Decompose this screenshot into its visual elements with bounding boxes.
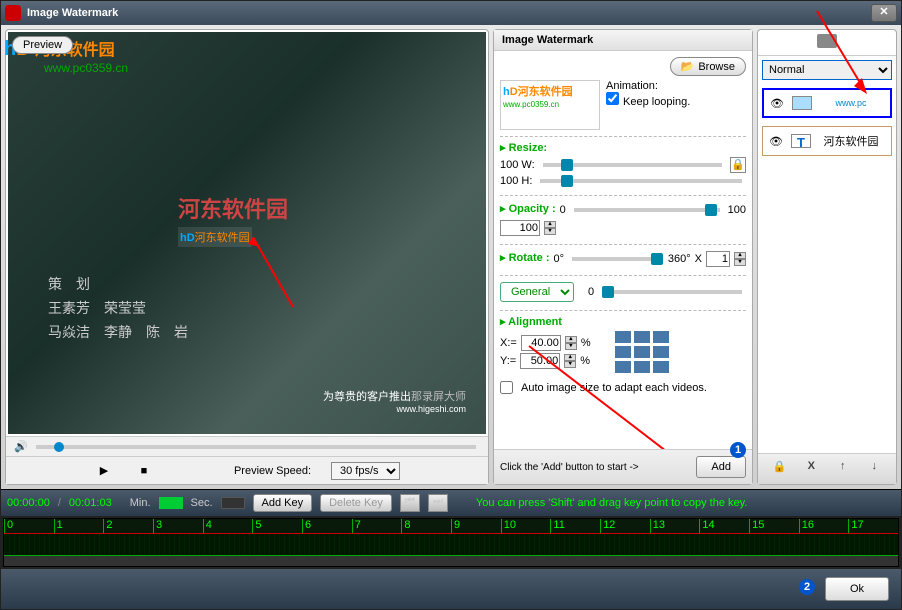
timeline-toolbar: 00:00:00 / 00:01:03 Min. Sec. Add Key De… [1, 490, 901, 516]
app-icon [5, 5, 21, 21]
x-input[interactable] [521, 335, 561, 351]
add-key-button[interactable]: Add Key [253, 494, 313, 512]
window-title: Image Watermark [27, 7, 871, 19]
layer-item-image[interactable]: 👁 www.pc [762, 88, 892, 118]
rotate-input[interactable] [706, 251, 730, 267]
opacity-slider[interactable] [574, 208, 720, 212]
play-button[interactable]: ▶ [94, 461, 114, 481]
next-key-button[interactable]: ⏭ [428, 494, 448, 512]
timeline-scrollbar[interactable] [4, 556, 898, 566]
settings-panel: Image Watermark Browse hD河东软件园www.pc0359… [493, 29, 753, 485]
titlebar: Image Watermark ✕ [1, 1, 901, 25]
layer-tools: 🔒 X ↑ ↓ [758, 453, 896, 484]
opacity-input[interactable] [500, 220, 540, 236]
opacity-section: Opacity :0100 ▴▾ [500, 195, 746, 242]
text-layer-icon: T [791, 134, 811, 148]
volume-bar: 🔊 [6, 436, 488, 456]
app-window: Image Watermark ✕ Preview hD河东软件园 www.pc… [0, 0, 902, 610]
align-tl[interactable] [615, 331, 631, 343]
stop-button[interactable]: ■ [134, 461, 154, 481]
keep-looping-checkbox[interactable]: Keep looping. [606, 96, 690, 108]
image-layer-icon [792, 96, 812, 110]
ok-button[interactable]: Ok [825, 577, 889, 601]
timeline-track[interactable] [4, 533, 898, 556]
sec-indicator[interactable] [221, 497, 245, 509]
overlay-text: 河东软件园 [178, 192, 288, 224]
timecode-total: 00:01:03 [69, 497, 112, 509]
rotate-slider[interactable] [572, 257, 660, 261]
align-bc[interactable] [634, 361, 650, 373]
align-bl[interactable] [615, 361, 631, 373]
watermark-logo-mid[interactable]: hD河东软件园 [178, 227, 252, 247]
preview-panel: Preview hD河东软件园 www.pc0359.cn 河东软件园 hD河东… [5, 29, 489, 485]
y-input[interactable] [520, 353, 560, 369]
timeline-hint: You can press 'Shift' and drag key point… [476, 497, 747, 509]
layers-panel: Normal 👁 www.pc 👁 T 河东软件园 🔒 X ↑ ↓ [757, 29, 897, 485]
auto-size-checkbox[interactable]: Auto image size to adapt each videos. [500, 381, 746, 394]
resize-header[interactable]: Resize: [500, 141, 746, 154]
bottom-bar: 2 Ok [1, 569, 901, 609]
timecode-current: 00:00:00 [7, 497, 50, 509]
timeline: 00:00:00 / 00:01:03 Min. Sec. Add Key De… [1, 489, 901, 569]
general-section: General0 [500, 275, 746, 308]
volume-slider[interactable] [36, 445, 476, 449]
lock-layer-button[interactable]: 🔒 [770, 460, 790, 478]
add-hint: Click the 'Add' button to start -> [500, 462, 688, 473]
height-slider[interactable] [540, 179, 742, 183]
align-br[interactable] [653, 361, 669, 373]
watermark-settings: Image Watermark Browse hD河东软件园www.pc0359… [493, 29, 753, 485]
align-ml[interactable] [615, 346, 631, 358]
step-badge-2: 2 [799, 579, 815, 595]
add-button[interactable]: Add [696, 456, 746, 478]
delete-key-button[interactable]: Delete Key [320, 494, 392, 512]
volume-icon[interactable]: 🔊 [12, 440, 30, 453]
alignment-section: Alignment X:=▴▾% Y:=▴▾% [500, 310, 746, 379]
align-tr[interactable] [653, 331, 669, 343]
blend-mode-select[interactable]: Normal [762, 60, 892, 80]
visibility-icon[interactable]: 👁 [769, 135, 785, 147]
rotate-section: Rotate :0°360°X▴▾ [500, 244, 746, 273]
animation-options: Animation: Keep looping. [606, 80, 746, 130]
playback-bar: ▶ ■ Preview Speed: 30 fps/s [6, 456, 488, 484]
layers-header-icon [758, 30, 896, 56]
general-select[interactable]: General [500, 282, 574, 302]
step-badge-1: 1 [730, 442, 746, 458]
main-area: Preview hD河东软件园 www.pc0359.cn 河东软件园 hD河东… [1, 25, 901, 489]
timeline-ruler[interactable]: 01234567891011121314151617 [3, 518, 899, 567]
watermark-thumbnail[interactable]: hD河东软件园www.pc0359.cn [500, 80, 600, 130]
fps-label: Preview Speed: [234, 465, 311, 477]
prev-key-button[interactable]: ⏮ [400, 494, 420, 512]
resize-section: Resize: 100 W:🔒 100 H: [500, 136, 746, 193]
fps-select[interactable]: 30 fps/s [331, 462, 400, 480]
close-button[interactable]: ✕ [871, 4, 897, 22]
visibility-icon[interactable]: 👁 [770, 97, 786, 109]
general-slider[interactable] [602, 290, 742, 294]
opacity-spinner[interactable]: ▴▾ [544, 221, 556, 235]
align-tc[interactable] [634, 331, 650, 343]
delete-layer-button[interactable]: X [801, 460, 821, 478]
alignment-header[interactable]: Alignment [500, 315, 746, 328]
video-credits: 策 划 王素芳 荣莹莹 马焱洁 李静 陈 岩 [48, 272, 188, 344]
rotate-spinner[interactable]: ▴▾ [734, 252, 746, 266]
layer-item-text[interactable]: 👁 T 河东软件园 [762, 126, 892, 156]
width-slider[interactable] [543, 163, 722, 167]
lock-aspect-icon[interactable]: 🔒 [730, 157, 746, 173]
alignment-grid [615, 331, 669, 373]
browse-button[interactable]: Browse [670, 57, 746, 76]
preview-button[interactable]: Preview [12, 36, 73, 54]
align-mc[interactable] [634, 346, 650, 358]
align-mr[interactable] [653, 346, 669, 358]
video-preview[interactable]: Preview hD河东软件园 www.pc0359.cn 河东软件园 hD河东… [8, 32, 486, 434]
move-down-button[interactable]: ↓ [864, 460, 884, 478]
min-indicator[interactable] [159, 497, 183, 509]
video-subtitle: 为尊贵的客户推出那录屏大师 www.higeshi.com [323, 387, 466, 414]
panel-title: Image Watermark [494, 30, 752, 51]
move-up-button[interactable]: ↑ [833, 460, 853, 478]
add-row: Click the 'Add' button to start -> Add 1 [494, 449, 752, 484]
